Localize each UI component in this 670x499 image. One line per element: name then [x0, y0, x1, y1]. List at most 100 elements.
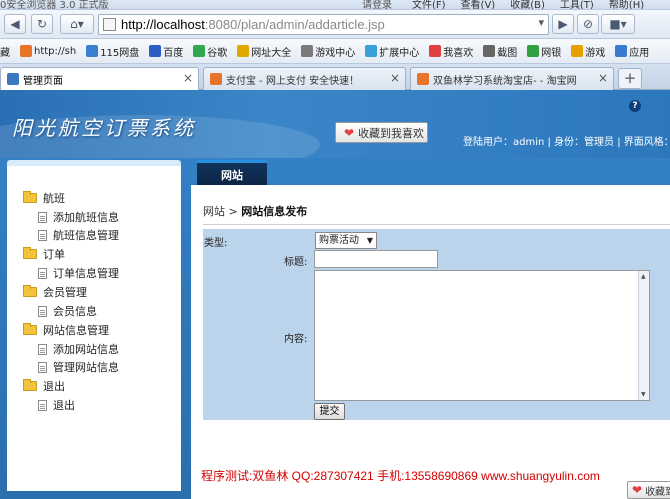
favorite-item[interactable]: 游戏中心	[301, 44, 355, 59]
shield-icon: ⊘	[582, 17, 594, 31]
nav-group[interactable]: 网站信息管理	[23, 320, 119, 340]
new-tab-button[interactable]: +	[618, 68, 642, 89]
back-arrow-icon: ◀	[10, 17, 20, 31]
tab-website[interactable]: 网站	[197, 160, 267, 185]
favorite-label: 115网盘	[100, 47, 140, 59]
nav-item[interactable]: 退出	[23, 396, 119, 414]
page-icon	[103, 18, 116, 31]
taobao-icon	[417, 73, 429, 85]
type-select[interactable]: 购票活动 ▼	[315, 232, 377, 249]
tab-taobao[interactable]: 双鱼林学习系统淘宝店- - 淘宝网 ×	[410, 67, 614, 90]
search-engine-button[interactable]: ■▾	[601, 14, 635, 34]
menu-tools[interactable]: 工具(T)	[560, 0, 594, 9]
nav-item[interactable]: 会员信息	[23, 302, 119, 320]
tab-alipay[interactable]: 支付宝 - 网上支付 安全快速！ ×	[203, 67, 406, 90]
menu-view[interactable]: 查看(V)	[461, 0, 496, 9]
document-icon	[38, 267, 47, 279]
sidebar: 航班添加航班信息 航班信息管理 订单订单信息管理会员管理会员信息 网站信息管理添加网站…	[7, 160, 181, 491]
menu-favorites[interactable]: 收藏(B)	[510, 0, 545, 9]
favorite-label: 百度	[163, 47, 184, 59]
address-toolbar: ◀ ↻ ⌂▾ http://localhost:8080/plan/admin/…	[0, 10, 670, 39]
favorite-item[interactable]: 藏	[0, 44, 10, 59]
tab-label: 管理页面	[23, 75, 63, 87]
home-button[interactable]: ⌂▾	[60, 14, 94, 34]
document-icon	[38, 229, 47, 241]
nav-group-label: 航班	[43, 192, 65, 205]
nav-item[interactable]: 航班信息管理	[23, 226, 119, 244]
url-text: http://localhost:8080/plan/admin/addarti…	[121, 17, 385, 32]
collect-button[interactable]: ❤ 收藏到我喜欢	[335, 122, 428, 143]
browser-title: 0安全浏览器 3.0 正式版	[0, 0, 109, 10]
document-icon	[38, 343, 47, 355]
document-icon	[38, 211, 47, 223]
content-textarea[interactable]: ▲ ▼	[314, 270, 650, 401]
favorite-item[interactable]: 扩展中心	[365, 44, 419, 59]
menu-file[interactable]: 文件(F)	[412, 0, 446, 9]
favorite-icon	[571, 45, 584, 57]
close-icon[interactable]: ×	[598, 71, 608, 85]
favorite-item[interactable]: 百度	[149, 44, 183, 59]
favorite-label: 扩展中心	[379, 47, 420, 59]
favorite-label: 谷歌	[207, 47, 228, 59]
nav-item-label: 订单信息管理	[53, 267, 119, 280]
favorite-item[interactable]: 我喜欢	[429, 44, 473, 59]
security-button[interactable]: ⊘	[577, 14, 599, 34]
textarea-scrollbar[interactable]: ▲ ▼	[638, 271, 649, 400]
favorite-item[interactable]: 游戏	[571, 44, 605, 59]
favorite-item[interactable]: 截图	[483, 44, 517, 59]
article-form: 类型: 购票活动 ▼ 标题: 内容: ▲ ▼ 提交	[203, 229, 670, 420]
main-area: 航班添加航班信息 航班信息管理 订单订单信息管理会员管理会员信息 网站信息管理添加网站…	[0, 158, 670, 499]
folder-icon	[23, 191, 37, 203]
go-button[interactable]: ▶	[552, 14, 574, 34]
login-link[interactable]: 请登录	[362, 0, 392, 9]
folder-icon	[23, 323, 37, 335]
url-field[interactable]: http://localhost:8080/plan/admin/addarti…	[98, 14, 549, 35]
nav-item[interactable]: 添加网站信息	[23, 340, 119, 358]
close-icon[interactable]: ×	[390, 71, 400, 85]
favorite-item[interactable]: 115网盘	[86, 44, 139, 59]
favorite-item[interactable]: 网银	[527, 44, 561, 59]
tab-bar: 管理页面 × 支付宝 - 网上支付 安全快速！ × 双鱼林学习系统淘宝店- - …	[0, 64, 670, 90]
folder-icon	[23, 379, 37, 391]
favorite-label: http://sh	[34, 45, 77, 57]
favorite-label: 网银	[541, 47, 562, 59]
refresh-button[interactable]: ↻	[31, 14, 53, 34]
submit-button[interactable]: 提交	[314, 403, 345, 420]
help-icon[interactable]: ?	[629, 100, 641, 112]
folder-icon	[23, 247, 37, 259]
nav-group[interactable]: 航班	[23, 188, 119, 208]
heart-icon: ❤	[632, 483, 643, 497]
tab-admin-page[interactable]: 管理页面 ×	[0, 67, 199, 90]
breadcrumb-root[interactable]: 网站	[203, 205, 225, 218]
favorite-item[interactable]: 网址大全	[237, 44, 291, 59]
favorite-item[interactable]: 谷歌	[193, 44, 227, 59]
nav-group[interactable]: 订单	[23, 244, 119, 264]
title-input[interactable]	[314, 250, 438, 268]
favorite-label: 截图	[497, 47, 518, 59]
favorite-icon	[20, 45, 32, 57]
title-label: 标题:	[284, 257, 308, 268]
site-logo: 阳光航空订票系统	[12, 116, 196, 140]
favorite-icon	[193, 45, 206, 57]
favorite-icon	[483, 45, 496, 57]
nav-group[interactable]: 退出	[23, 376, 119, 396]
back-button[interactable]: ◀	[4, 14, 26, 34]
menu-help[interactable]: 帮助(H)	[609, 0, 644, 9]
favorite-icon	[237, 45, 250, 57]
nav-group-label: 会员管理	[43, 286, 87, 299]
nav-item[interactable]: 添加航班信息	[23, 208, 119, 226]
scroll-down-icon[interactable]: ▼	[641, 391, 646, 398]
close-icon[interactable]: ×	[183, 71, 193, 85]
nav-item-label: 添加网站信息	[53, 343, 119, 356]
breadcrumb-separator: >	[228, 205, 238, 218]
favorite-item[interactable]: http://sh	[20, 45, 76, 57]
nav-item[interactable]: 订单信息管理	[23, 264, 119, 282]
nav-item[interactable]: 管理网站信息	[23, 358, 119, 376]
chevron-down-icon[interactable]: ▾	[538, 16, 544, 29]
nav-group[interactable]: 会员管理	[23, 282, 119, 302]
favorite-item[interactable]: 应用	[615, 44, 649, 59]
scroll-up-icon[interactable]: ▲	[641, 273, 646, 280]
favorite-icon	[365, 45, 378, 57]
collect-button-bottom[interactable]: ❤ 收藏到我喜欢	[627, 481, 670, 499]
favorite-icon	[301, 45, 314, 57]
